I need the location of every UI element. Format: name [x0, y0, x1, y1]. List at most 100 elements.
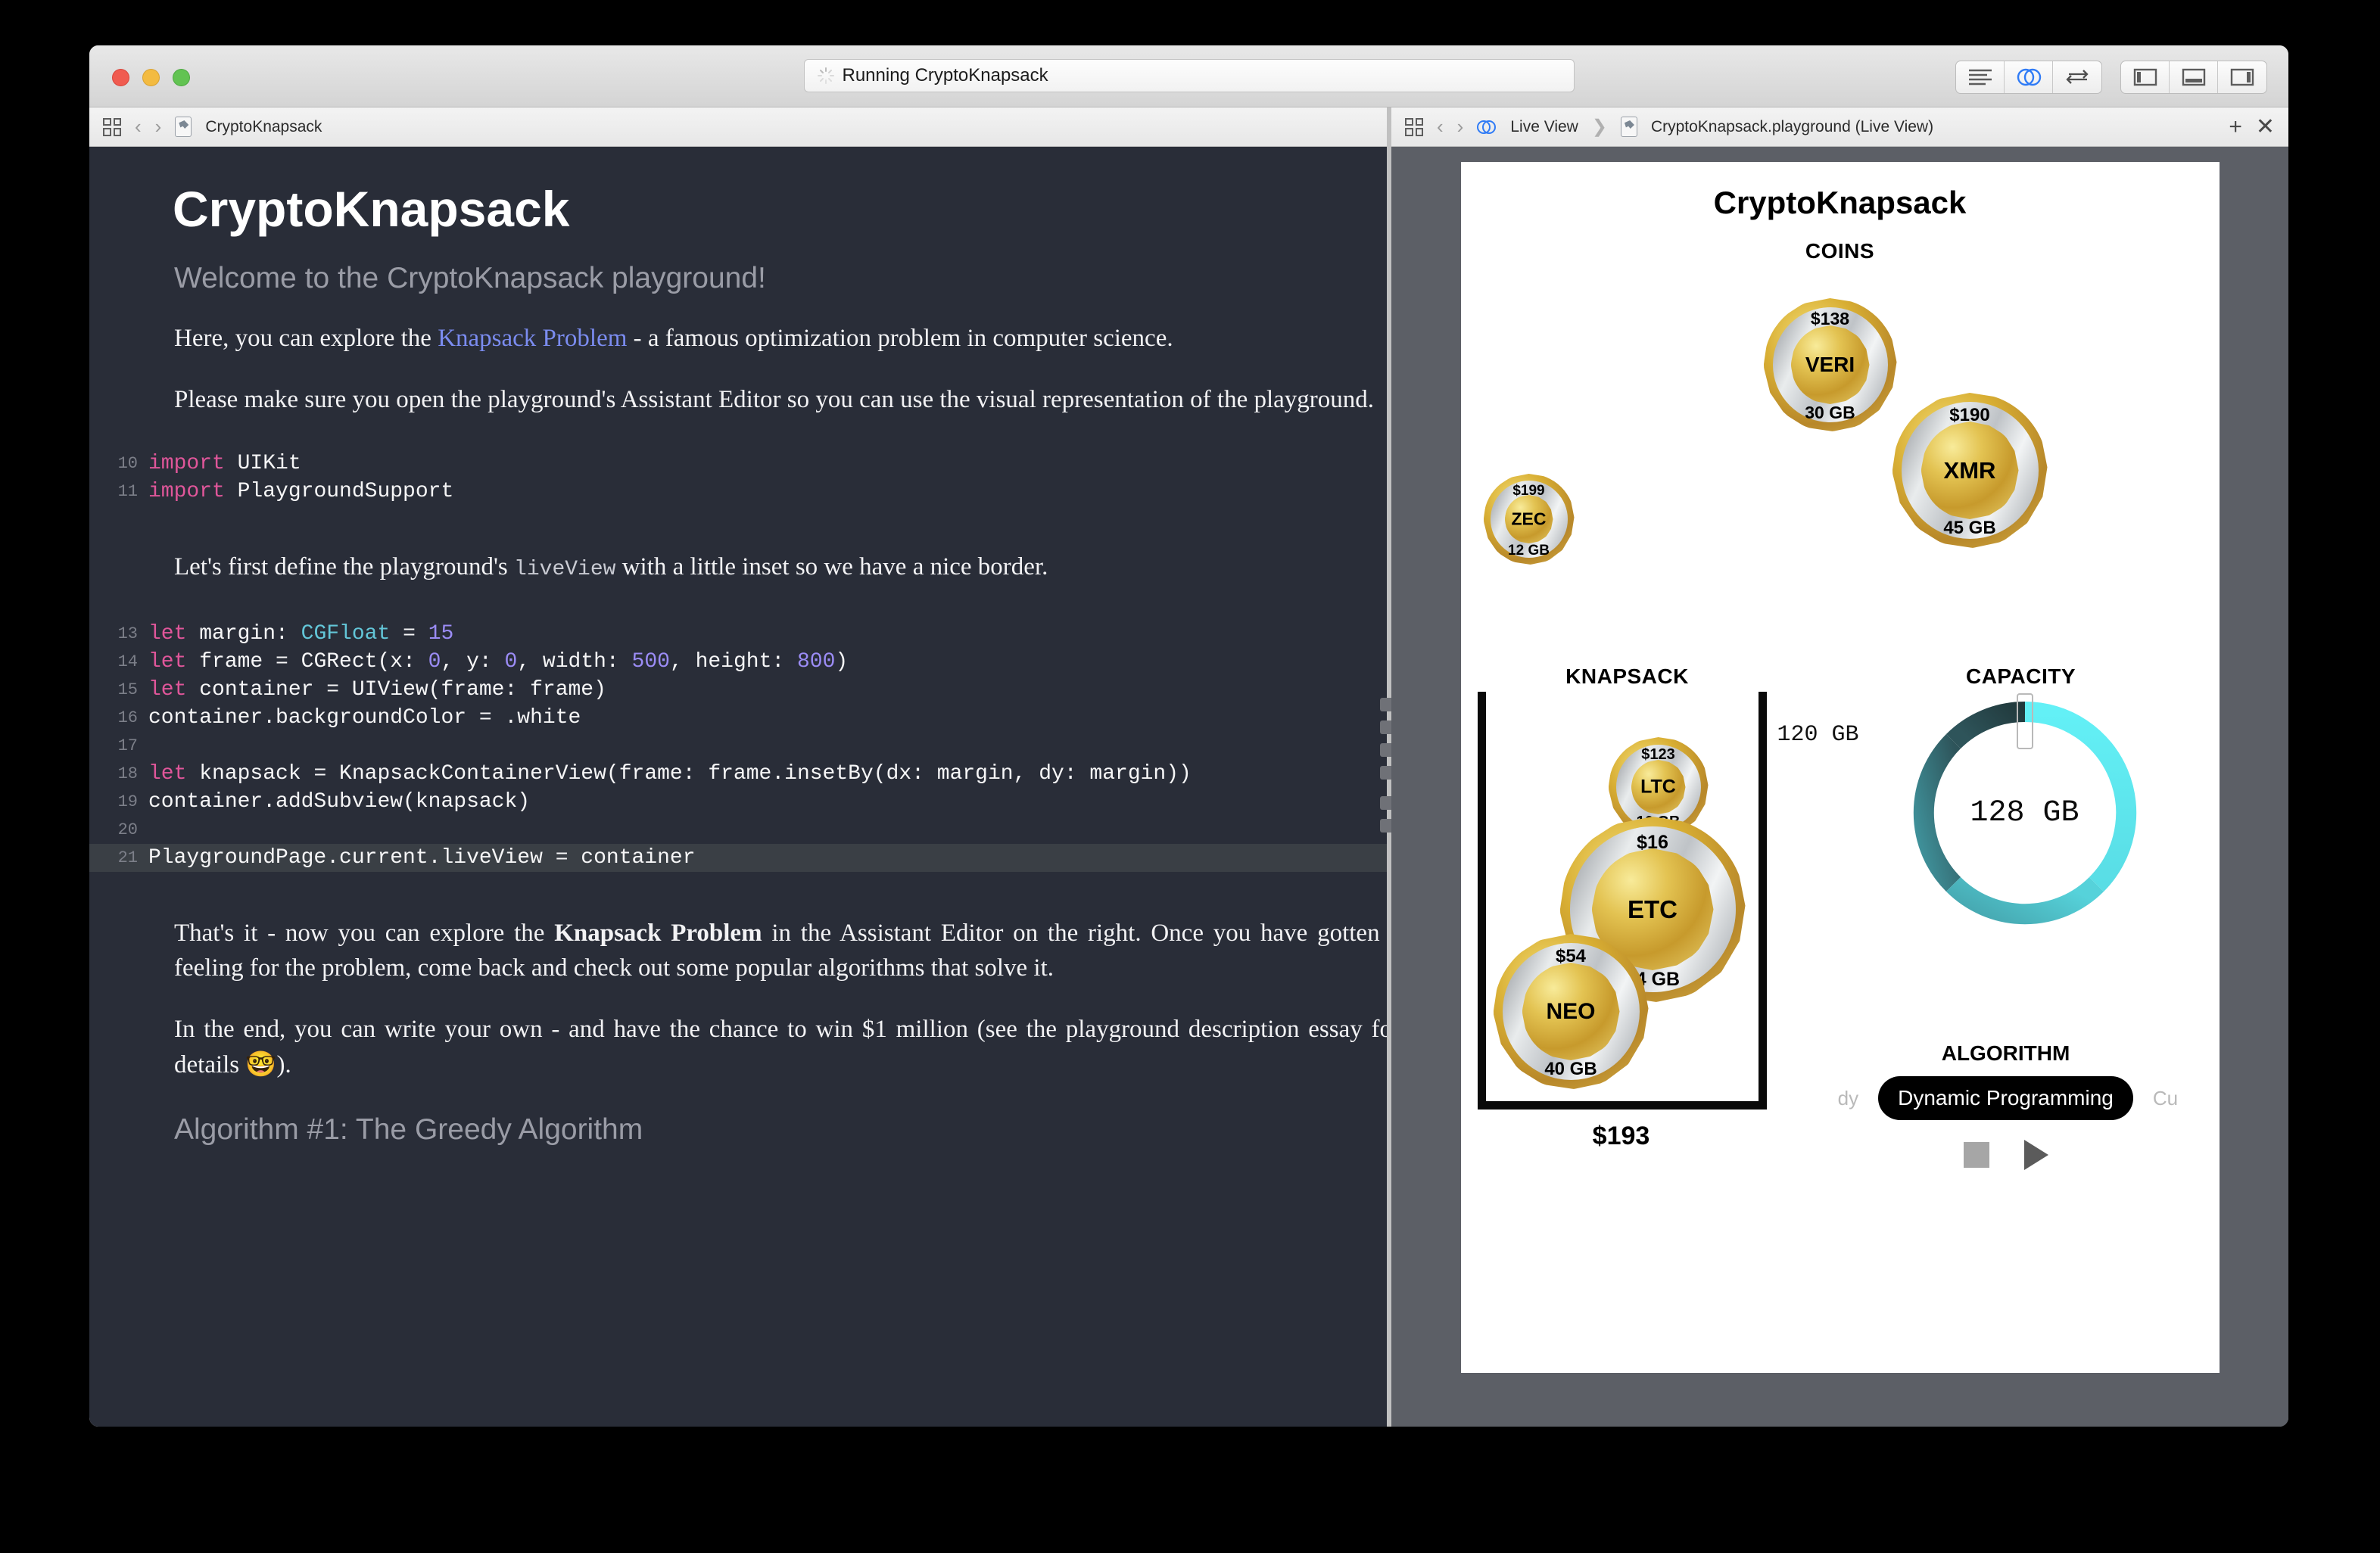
coin-price: $54: [1494, 946, 1649, 967]
code-block-imports[interactable]: 10import UIKit 11import PlaygroundSuppor…: [89, 450, 1387, 506]
close-button[interactable]: [112, 69, 129, 86]
coin-price: $190: [1892, 405, 2048, 426]
paragraph-explore-a: That's it - now you can explore the: [174, 920, 554, 947]
capacity-value: 128 GB: [1911, 699, 2139, 926]
coin-xmr[interactable]: $190 XMR 45 GB: [1892, 393, 2048, 548]
minimize-button[interactable]: [142, 69, 160, 86]
related-items-icon[interactable]: [103, 118, 121, 136]
algorithm-previous-option[interactable]: dy: [1805, 1087, 1858, 1110]
code-line: 18let knapsack = KnapsackContainerView(f…: [89, 760, 1387, 788]
back-icon[interactable]: ‹: [1437, 115, 1444, 138]
paragraph-intro: Here, you can explore the Knapsack Probl…: [174, 321, 1387, 356]
coin-symbol: XMR: [1892, 457, 2048, 484]
related-items-icon[interactable]: [1405, 118, 1423, 136]
page-subtitle: Welcome to the CryptoKnapsack playground…: [174, 262, 1387, 295]
breadcrumb-path[interactable]: CryptoKnapsack: [205, 118, 322, 136]
code-line: 10import UIKit: [89, 450, 1387, 478]
activity-status-text: Running CryptoKnapsack: [843, 65, 1048, 86]
algorithm-selected-pill[interactable]: Dynamic Programming: [1878, 1076, 2133, 1120]
navigator-toggle-icon[interactable]: [2121, 61, 2170, 93]
algorithm-options-row: dy Dynamic Programming Cu: [1794, 1076, 2218, 1120]
next-section-heading: Algorithm #1: The Greedy Algorithm: [174, 1113, 1387, 1147]
knapsack-bag[interactable]: $123 LTC 16 GB $16 ETC 64 GB: [1478, 692, 1767, 1110]
standard-editor-icon[interactable]: [1956, 61, 2005, 93]
playground-live-view[interactable]: CryptoKnapsack COINS $138 VERI 30 GB: [1461, 162, 2220, 1373]
utilities-toggle-icon[interactable]: [2218, 61, 2266, 93]
breadcrumb-playground-live-view[interactable]: CryptoKnapsack.playground (Live View): [1651, 118, 1933, 136]
right-jump-bar: ‹ › Live View ❯ CryptoKnapsack.playgroun…: [1391, 107, 2288, 147]
inline-code-liveview: liveView: [514, 558, 615, 581]
code-line: 11import PlaygroundSupport: [89, 478, 1387, 506]
activity-viewer: Running CryptoKnapsack: [804, 59, 1575, 92]
code-line: 14let frame = CGRect(x: 0, y: 0, width: …: [89, 648, 1387, 676]
markdown-source-editor[interactable]: CryptoKnapsack Welcome to the CryptoKnap…: [89, 147, 1387, 1427]
knapsack-label: KNAPSACK: [1476, 664, 1779, 689]
forward-icon[interactable]: ›: [1457, 115, 1464, 138]
version-editor-icon[interactable]: [2053, 61, 2101, 93]
knapsack-problem-link[interactable]: Knapsack Problem: [438, 325, 627, 352]
breadcrumb-live-view[interactable]: Live View: [1510, 118, 1578, 136]
page-title: CryptoKnapsack: [173, 180, 1387, 238]
debug-area-toggle-icon[interactable]: [2170, 61, 2218, 93]
paragraph-liveview-before: Let's first define the playground's: [174, 553, 514, 580]
play-button[interactable]: [2024, 1140, 2048, 1170]
algorithm-controls: [1794, 1140, 2218, 1170]
traffic-light-group: [112, 69, 190, 86]
code-line-highlighted: 21PlaygroundPage.current.liveView = cont…: [89, 844, 1387, 872]
paragraph-liveview: Let's first define the playground's live…: [174, 549, 1387, 585]
coin-symbol: ETC: [1560, 895, 1746, 924]
breadcrumb-separator: ❯: [1592, 116, 1607, 138]
algorithm-label: ALGORITHM: [1794, 1041, 2218, 1066]
coin-symbol: NEO: [1494, 999, 1649, 1025]
back-icon[interactable]: ‹: [135, 115, 142, 138]
paragraph-liveview-after: with a little inset so we have a nice bo…: [615, 553, 1048, 580]
coin-zec[interactable]: $199 ZEC 12 GB: [1484, 474, 1575, 565]
coin-veri[interactable]: $138 VERI 30 GB: [1764, 298, 1897, 431]
coin-weight: 45 GB: [1892, 518, 2048, 539]
progress-spinner-icon: [817, 67, 835, 85]
editor-mode-segmented-control: [1955, 61, 2102, 94]
left-jump-bar: ‹ › CryptoKnapsack: [89, 107, 1387, 147]
xcode-window: Running CryptoKnapsack: [89, 45, 2288, 1427]
coin-weight: 30 GB: [1764, 403, 1897, 423]
coin-weight: 40 GB: [1494, 1059, 1649, 1080]
coin-symbol: LTC: [1609, 776, 1709, 798]
zoom-button[interactable]: [173, 69, 190, 86]
code-line: 17: [89, 732, 1387, 760]
paragraph-intro-after: - a famous optimization problem in compu…: [627, 325, 1173, 352]
stop-button[interactable]: [1964, 1142, 1989, 1168]
editor-mode-toolbar: [1955, 61, 2267, 94]
swift-playground-file-icon: [175, 117, 192, 137]
assistant-editor-icon[interactable]: [1477, 119, 1497, 135]
paragraph-intro-before: Here, you can explore the: [174, 325, 438, 352]
knapsack-used-capacity: 120 GB: [1777, 722, 1859, 748]
coins-label: COINS: [1461, 239, 2220, 263]
algorithm-picker: ALGORITHM dy Dynamic Programming Cu: [1794, 1041, 2218, 1170]
code-line: 19container.addSubview(knapsack): [89, 788, 1387, 816]
available-coins-area: $138 VERI 30 GB $190 XMR 45 GB: [1461, 283, 2220, 646]
window-titlebar: Running CryptoKnapsack: [89, 45, 2288, 107]
code-line: 13let margin: CGFloat = 15: [89, 620, 1387, 648]
coin-price: $16: [1560, 832, 1746, 854]
algorithm-next-option[interactable]: Cu: [2153, 1087, 2206, 1110]
capacity-label: CAPACITY: [1862, 664, 2180, 689]
coin-symbol: VERI: [1764, 353, 1897, 377]
forward-icon[interactable]: ›: [155, 115, 162, 138]
paragraph-assistant-editor: Please make sure you open the playground…: [174, 382, 1387, 418]
capacity-gauge[interactable]: 128 GB: [1911, 699, 2139, 926]
code-line: 16container.backgroundColor = .white: [89, 704, 1387, 732]
coin-price: $123: [1609, 746, 1709, 764]
live-view-container: CryptoKnapsack COINS $138 VERI 30 GB: [1391, 147, 2288, 1427]
add-assistant-editor-icon[interactable]: +: [2229, 116, 2242, 138]
coin-price: $138: [1764, 309, 1897, 329]
assistant-editor-pane: ‹ › Live View ❯ CryptoKnapsack.playgroun…: [1391, 107, 2288, 1427]
code-block-setup[interactable]: 13let margin: CGFloat = 15 14let frame =…: [89, 620, 1387, 872]
live-view-title: CryptoKnapsack: [1461, 185, 2220, 221]
assistant-editor-icon[interactable]: [2005, 61, 2053, 93]
paragraph-explore-bold: Knapsack Problem: [554, 920, 762, 947]
close-assistant-editor-icon[interactable]: ✕: [2256, 116, 2275, 138]
swift-playground-file-icon: [1621, 117, 1637, 137]
coin-neo[interactable]: $54 NEO 40 GB: [1494, 934, 1649, 1089]
code-line: 15let container = UIView(frame: frame): [89, 676, 1387, 704]
window-content: ‹ › CryptoKnapsack CryptoKnapsack Welcom…: [89, 107, 2288, 1427]
